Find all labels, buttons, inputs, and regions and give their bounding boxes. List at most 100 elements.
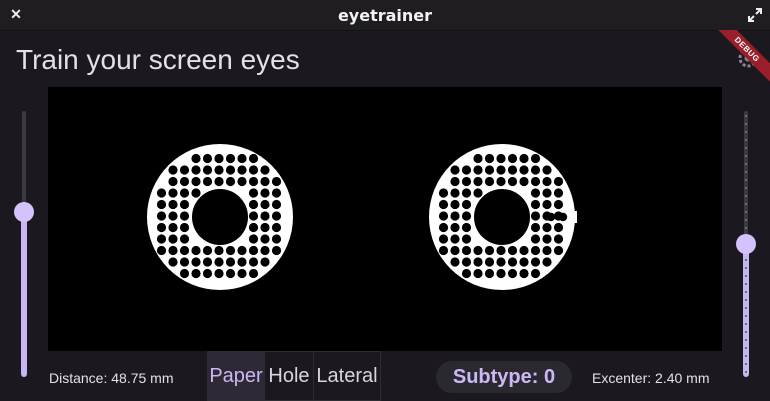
- pattern-dot: [225, 153, 236, 164]
- pattern-dot: [179, 268, 190, 279]
- pattern-dot: [214, 245, 224, 256]
- pattern-dot: [553, 188, 564, 198]
- pattern-dot: [248, 245, 259, 256]
- pattern-dot: [156, 199, 167, 210]
- pattern-dot: [438, 211, 449, 221]
- pattern-dot: [473, 257, 483, 267]
- pattern-dot: [461, 199, 472, 210]
- pattern-dot: [530, 268, 541, 279]
- distance-slider[interactable]: [14, 111, 34, 377]
- pattern-dot: [214, 153, 224, 164]
- slider-tick: [745, 115, 747, 117]
- pattern-dot: [271, 176, 282, 187]
- pattern-dot: [271, 211, 282, 221]
- pattern-dot: [546, 212, 556, 222]
- pattern-dot: [179, 211, 190, 221]
- pattern-dot: [237, 176, 247, 187]
- pattern-dot: [461, 257, 472, 267]
- excenter-slider[interactable]: [736, 111, 756, 377]
- pattern-dot: [450, 222, 460, 233]
- slider-tick: [745, 347, 747, 349]
- pattern-dot: [225, 176, 236, 187]
- segment-lateral[interactable]: Lateral: [313, 351, 381, 401]
- segment-paper[interactable]: Paper: [207, 351, 265, 401]
- pattern-dot: [542, 165, 552, 175]
- pattern-dot: [260, 222, 270, 233]
- pattern-dot: [519, 268, 529, 279]
- slider-tick: [745, 291, 747, 293]
- pattern-dot: [168, 199, 178, 210]
- debug-label: DEBUG: [710, 30, 770, 86]
- pattern-dot: [542, 245, 552, 256]
- pattern-dot: [168, 257, 178, 267]
- pattern-dot: [473, 153, 483, 164]
- pattern-dot: [461, 188, 472, 198]
- pattern-dot: [450, 257, 460, 267]
- slider-tick: [745, 179, 747, 181]
- pattern-dot: [553, 245, 564, 256]
- pattern-dot: [260, 188, 270, 198]
- pattern-dot: [553, 234, 564, 244]
- pattern-dot: [450, 199, 460, 210]
- pattern-dot: [156, 222, 167, 233]
- pattern-dot: [450, 188, 460, 198]
- pattern-dot: [191, 245, 201, 256]
- pattern-dot: [271, 188, 282, 198]
- pattern-dot: [214, 257, 224, 267]
- slider-thumb[interactable]: [14, 202, 34, 223]
- slider-tick: [745, 155, 747, 157]
- pattern-dot: [507, 176, 518, 187]
- pattern-dot: [530, 222, 541, 233]
- pattern-dot: [202, 245, 213, 256]
- pattern-dot: [461, 211, 472, 221]
- slider-tick: [745, 187, 747, 189]
- pattern-dot: [260, 211, 270, 221]
- slider-track: [22, 111, 26, 213]
- pattern-dot: [156, 245, 167, 256]
- pattern-dot: [214, 176, 224, 187]
- pattern-dot: [202, 153, 213, 164]
- subtype-button[interactable]: Subtype: 0: [436, 361, 572, 393]
- pattern-dot: [271, 245, 282, 256]
- pattern-dot: [542, 222, 552, 233]
- slider-tick: [745, 259, 747, 261]
- pattern-dot: [438, 245, 449, 256]
- pattern-dot: [542, 257, 552, 267]
- pattern-dot: [271, 234, 282, 244]
- segment-hole[interactable]: Hole: [264, 351, 314, 401]
- pattern-dot: [507, 245, 518, 256]
- pattern-dot: [473, 245, 483, 256]
- pattern-dot: [507, 165, 518, 175]
- pattern-dot: [191, 176, 201, 187]
- pattern-dot: [461, 245, 472, 256]
- pattern-dot: [248, 211, 259, 221]
- pattern-dot: [248, 222, 259, 233]
- pattern-dot: [542, 234, 552, 244]
- slider-tick: [745, 147, 747, 149]
- pattern-dot: [225, 165, 236, 175]
- pattern-dot: [461, 222, 472, 233]
- maximize-icon[interactable]: [748, 8, 762, 22]
- pattern-dot: [225, 257, 236, 267]
- pattern-dot: [530, 165, 541, 175]
- pattern-dot: [248, 176, 259, 187]
- stimulus-canvas: [48, 87, 722, 351]
- pattern-dot: [473, 165, 483, 175]
- pattern-dot: [461, 176, 472, 187]
- pattern-dot: [519, 245, 529, 256]
- pattern-dot: [179, 165, 190, 175]
- pattern-dot: [168, 188, 178, 198]
- pattern-dot: [156, 211, 167, 221]
- pattern-dot: [473, 268, 483, 279]
- slider-thumb[interactable]: [736, 234, 756, 254]
- pattern-dot: [496, 165, 506, 175]
- pattern-dot: [208, 212, 218, 222]
- pattern-dot: [202, 165, 213, 175]
- pattern-dot: [461, 234, 472, 244]
- pattern-dot: [519, 257, 529, 267]
- pattern-dot: [507, 268, 518, 279]
- pattern-dot: [450, 211, 460, 221]
- pattern-dot: [202, 268, 213, 279]
- pattern-dot: [271, 222, 282, 233]
- pattern-dot: [542, 176, 552, 187]
